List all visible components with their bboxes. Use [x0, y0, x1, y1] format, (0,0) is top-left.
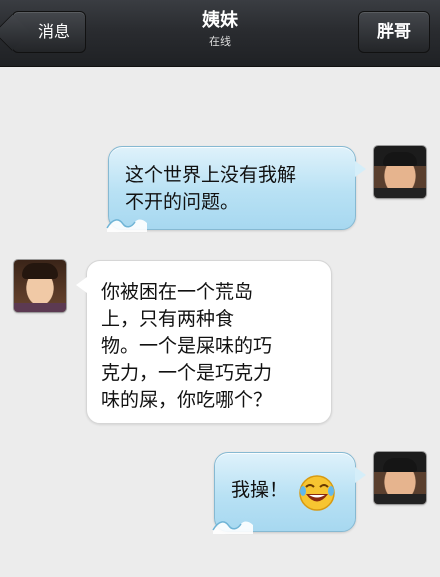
chat-title-area: 姨妹 在线 [120, 10, 320, 50]
message-bubble-sent[interactable]: 我操！ [212, 452, 366, 534]
bubble-tail [355, 467, 366, 483]
bubble-tail [355, 161, 366, 177]
contact-status: 在线 [209, 35, 231, 48]
avatar-contact[interactable] [14, 260, 66, 312]
message-bubble-sent[interactable]: 这个世界上没有我解 不开的问题。 [106, 146, 366, 232]
message-bubble-received[interactable]: 你被困在一个荒岛 上，只有两种食 物。一个是屎味的巧 克力，一个是巧克力 味的屎… [76, 260, 332, 424]
message-line: 这个世界上没有我解 [125, 164, 297, 186]
wave-decoration-icon [212, 521, 253, 534]
message-line: 克力，一个是巧克力 [101, 362, 273, 384]
laughing-tears-emoji-icon [299, 475, 335, 511]
avatar-suit [374, 188, 426, 198]
message-line: 上，只有两种食 [101, 308, 235, 330]
message-text: 我操！ [231, 479, 289, 501]
back-button-label: 消息 [37, 22, 70, 41]
message-line: 物。一个是屎味的巧 [101, 335, 273, 357]
bubble-tail [76, 277, 87, 293]
message-line: 你被困在一个荒岛 [101, 281, 254, 303]
contact-name: 姨妹 [202, 10, 238, 31]
avatar-self[interactable] [374, 146, 426, 198]
back-button[interactable]: 消息 [12, 11, 86, 53]
avatar-hair [383, 152, 417, 166]
avatar-suit [374, 494, 426, 504]
avatar-self[interactable] [374, 452, 426, 504]
avatar-dress [14, 303, 66, 312]
profile-button[interactable]: 胖哥 [358, 11, 430, 53]
message-line: 味的屎，你吃哪个？ [101, 389, 273, 411]
avatar-hair [383, 458, 417, 472]
message-line: 不开的问题。 [125, 191, 240, 213]
avatar-hair [22, 263, 58, 279]
chat-header: 消息 姨妹 在线 胖哥 [0, 0, 440, 67]
wave-decoration-icon [106, 219, 147, 232]
